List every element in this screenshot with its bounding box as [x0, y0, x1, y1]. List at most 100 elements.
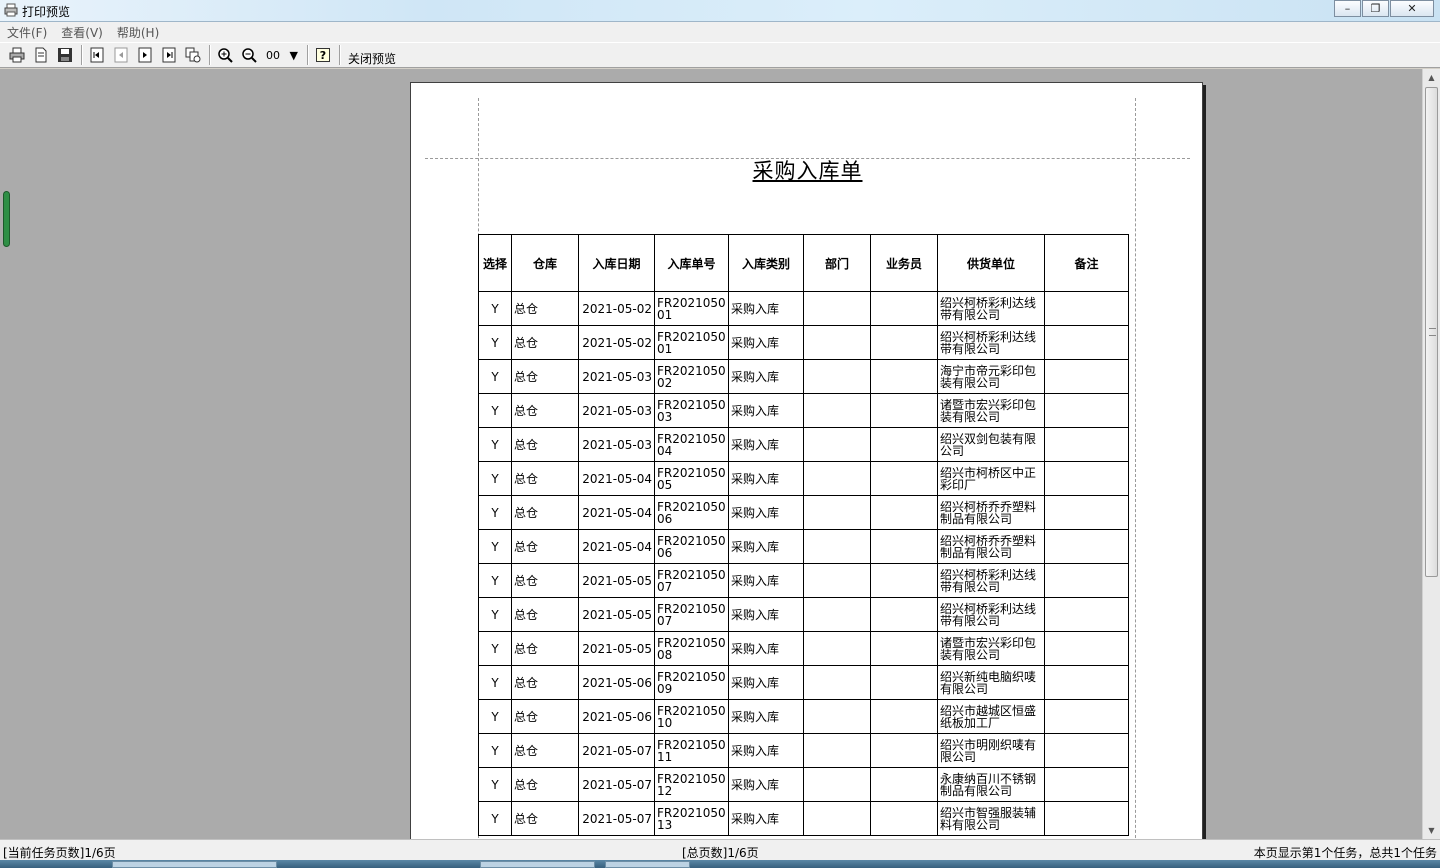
- department-cell: [803, 597, 871, 632]
- type-cell: 采购入库: [728, 291, 804, 326]
- toolbar-separator: [339, 45, 341, 65]
- side-handle[interactable]: [3, 191, 10, 247]
- type-cell: 采购入库: [728, 801, 804, 836]
- department-cell: [803, 461, 871, 496]
- remark-cell: [1044, 699, 1129, 734]
- print-icon: [9, 47, 25, 63]
- warehouse-cell: 总仓: [511, 597, 579, 632]
- zoom-in-button[interactable]: [214, 44, 236, 66]
- close-preview-button[interactable]: 关闭预览: [344, 50, 400, 67]
- restore-button[interactable]: ❐: [1362, 0, 1389, 17]
- salesman-cell: [870, 495, 938, 530]
- type-cell: 采购入库: [728, 495, 804, 530]
- remark-cell: [1044, 359, 1129, 394]
- select-cell: Y: [478, 801, 512, 836]
- warehouse-cell: 总仓: [511, 495, 579, 530]
- order-no-cell: FR202105001: [654, 291, 729, 326]
- select-cell: Y: [478, 767, 512, 802]
- salesman-cell: [870, 529, 938, 564]
- last-page-button[interactable]: [158, 44, 180, 66]
- menu-file[interactable]: 文件(F): [0, 24, 54, 41]
- select-cell: Y: [478, 529, 512, 564]
- status-summary: 本页显示第1个任务，总共1个任务: [1253, 846, 1437, 860]
- date-cell: 2021-05-03: [578, 359, 655, 394]
- margin-guide-right: [1135, 98, 1136, 839]
- order-no-cell: FR202105003: [654, 393, 729, 428]
- table-row: Y 总仓 2021-05-04 FR202105006 采购入库 绍兴柯桥乔乔塑料制品有限…: [478, 529, 1129, 564]
- toolbar: 00 ▼ ? 关闭预览: [0, 42, 1440, 68]
- taskbar-item[interactable]: [112, 861, 277, 868]
- warehouse-cell: 总仓: [511, 393, 579, 428]
- order-no-cell: FR202105011: [654, 733, 729, 768]
- print-button[interactable]: [6, 44, 28, 66]
- table-row: Y 总仓 2021-05-07 FR202105013 采购入库 绍兴市智强服装辅料有限公…: [478, 801, 1129, 836]
- status-current-page: [当前任务页数]1/6页: [3, 846, 116, 860]
- taskbar-item[interactable]: [480, 861, 595, 868]
- order-no-cell: FR202105007: [654, 563, 729, 598]
- first-page-button[interactable]: [86, 44, 108, 66]
- date-cell: 2021-05-03: [578, 393, 655, 428]
- supplier-cell: 绍兴柯桥彩利达线带有限公司: [937, 325, 1045, 360]
- save-button[interactable]: [54, 44, 76, 66]
- warehouse-cell: 总仓: [511, 563, 579, 598]
- page-setup-button[interactable]: [30, 44, 52, 66]
- remark-cell: [1044, 291, 1129, 326]
- multi-page-button[interactable]: [182, 44, 204, 66]
- toolbar-separator: [81, 45, 83, 65]
- type-cell: 采购入库: [728, 597, 804, 632]
- order-no-cell: FR202105002: [654, 359, 729, 394]
- select-cell: Y: [478, 597, 512, 632]
- table-row: Y 总仓 2021-05-05 FR202105007 采购入库 绍兴柯桥彩利达线带有限公…: [478, 563, 1129, 598]
- menu-view[interactable]: 查看(V): [54, 24, 110, 41]
- department-cell: [803, 291, 871, 326]
- department-cell: [803, 631, 871, 666]
- supplier-cell: 绍兴柯桥乔乔塑料制品有限公司: [937, 529, 1045, 564]
- table-row: Y 总仓 2021-05-02 FR202105001 采购入库 绍兴柯桥彩利达线带有限公…: [478, 325, 1129, 360]
- warehouse-cell: 总仓: [511, 699, 579, 734]
- select-cell: Y: [478, 665, 512, 700]
- order-no-cell: FR202105012: [654, 767, 729, 802]
- minimize-button[interactable]: –: [1334, 0, 1361, 17]
- remark-cell: [1044, 801, 1129, 836]
- menu-help[interactable]: 帮助(H): [110, 24, 166, 41]
- close-icon: ✕: [1407, 2, 1417, 15]
- select-cell: Y: [478, 427, 512, 462]
- help-button[interactable]: ?: [312, 44, 334, 66]
- supplier-cell: 绍兴市明刚织唛有限公司: [937, 733, 1045, 768]
- last-page-icon: [162, 47, 176, 63]
- vertical-scrollbar[interactable]: ▲ ▼: [1422, 69, 1440, 839]
- preview-area: 采购入库单 选择 仓库 入库日期 入库单号 入库类别 部门 业务员 供货单位 备注 Y 总仓 202…: [0, 69, 1422, 839]
- type-cell: 采购入库: [728, 529, 804, 564]
- scroll-up-icon[interactable]: ▲: [1423, 69, 1440, 86]
- supplier-cell: 绍兴柯桥乔乔塑料制品有限公司: [937, 495, 1045, 530]
- taskbar: [0, 860, 1440, 868]
- warehouse-cell: 总仓: [511, 529, 579, 564]
- type-cell: 采购入库: [728, 427, 804, 462]
- close-button[interactable]: ✕: [1390, 0, 1434, 17]
- table-row: Y 总仓 2021-05-06 FR202105010 采购入库 绍兴市越城区恒盛纸板加工…: [478, 699, 1129, 734]
- status-total-pages: [总页数]1/6页: [682, 846, 759, 860]
- type-cell: 采购入库: [728, 699, 804, 734]
- order-no-cell: FR202105010: [654, 699, 729, 734]
- date-cell: 2021-05-05: [578, 631, 655, 666]
- salesman-cell: [870, 427, 938, 462]
- next-page-button[interactable]: [134, 44, 156, 66]
- salesman-cell: [870, 801, 938, 836]
- zoom-out-button[interactable]: [238, 44, 260, 66]
- warehouse-cell: 总仓: [511, 325, 579, 360]
- supplier-cell: 永康纳百川不锈钢制品有限公司: [937, 767, 1045, 802]
- table-row: Y 总仓 2021-05-04 FR202105005 采购入库 绍兴市柯桥区中正彩印厂: [478, 461, 1129, 496]
- salesman-cell: [870, 631, 938, 666]
- taskbar-item[interactable]: [605, 861, 690, 868]
- warehouse-cell: 总仓: [511, 733, 579, 768]
- column-header: 入库类别: [728, 234, 804, 292]
- warehouse-cell: 总仓: [511, 767, 579, 802]
- prev-page-button[interactable]: [110, 44, 132, 66]
- scroll-down-icon[interactable]: ▼: [1423, 822, 1440, 839]
- scroll-thumb[interactable]: [1425, 87, 1438, 577]
- zoom-dropdown[interactable]: 00 ▼: [262, 45, 302, 65]
- print-page: 采购入库单 选择 仓库 入库日期 入库单号 入库类别 部门 业务员 供货单位 备注 Y 总仓 202…: [410, 82, 1203, 839]
- supplier-cell: 绍兴柯桥彩利达线带有限公司: [937, 563, 1045, 598]
- order-no-cell: FR202105001: [654, 325, 729, 360]
- table-row: Y 总仓 2021-05-05 FR202105008 采购入库 诸暨市宏兴彩印包装有限公…: [478, 631, 1129, 666]
